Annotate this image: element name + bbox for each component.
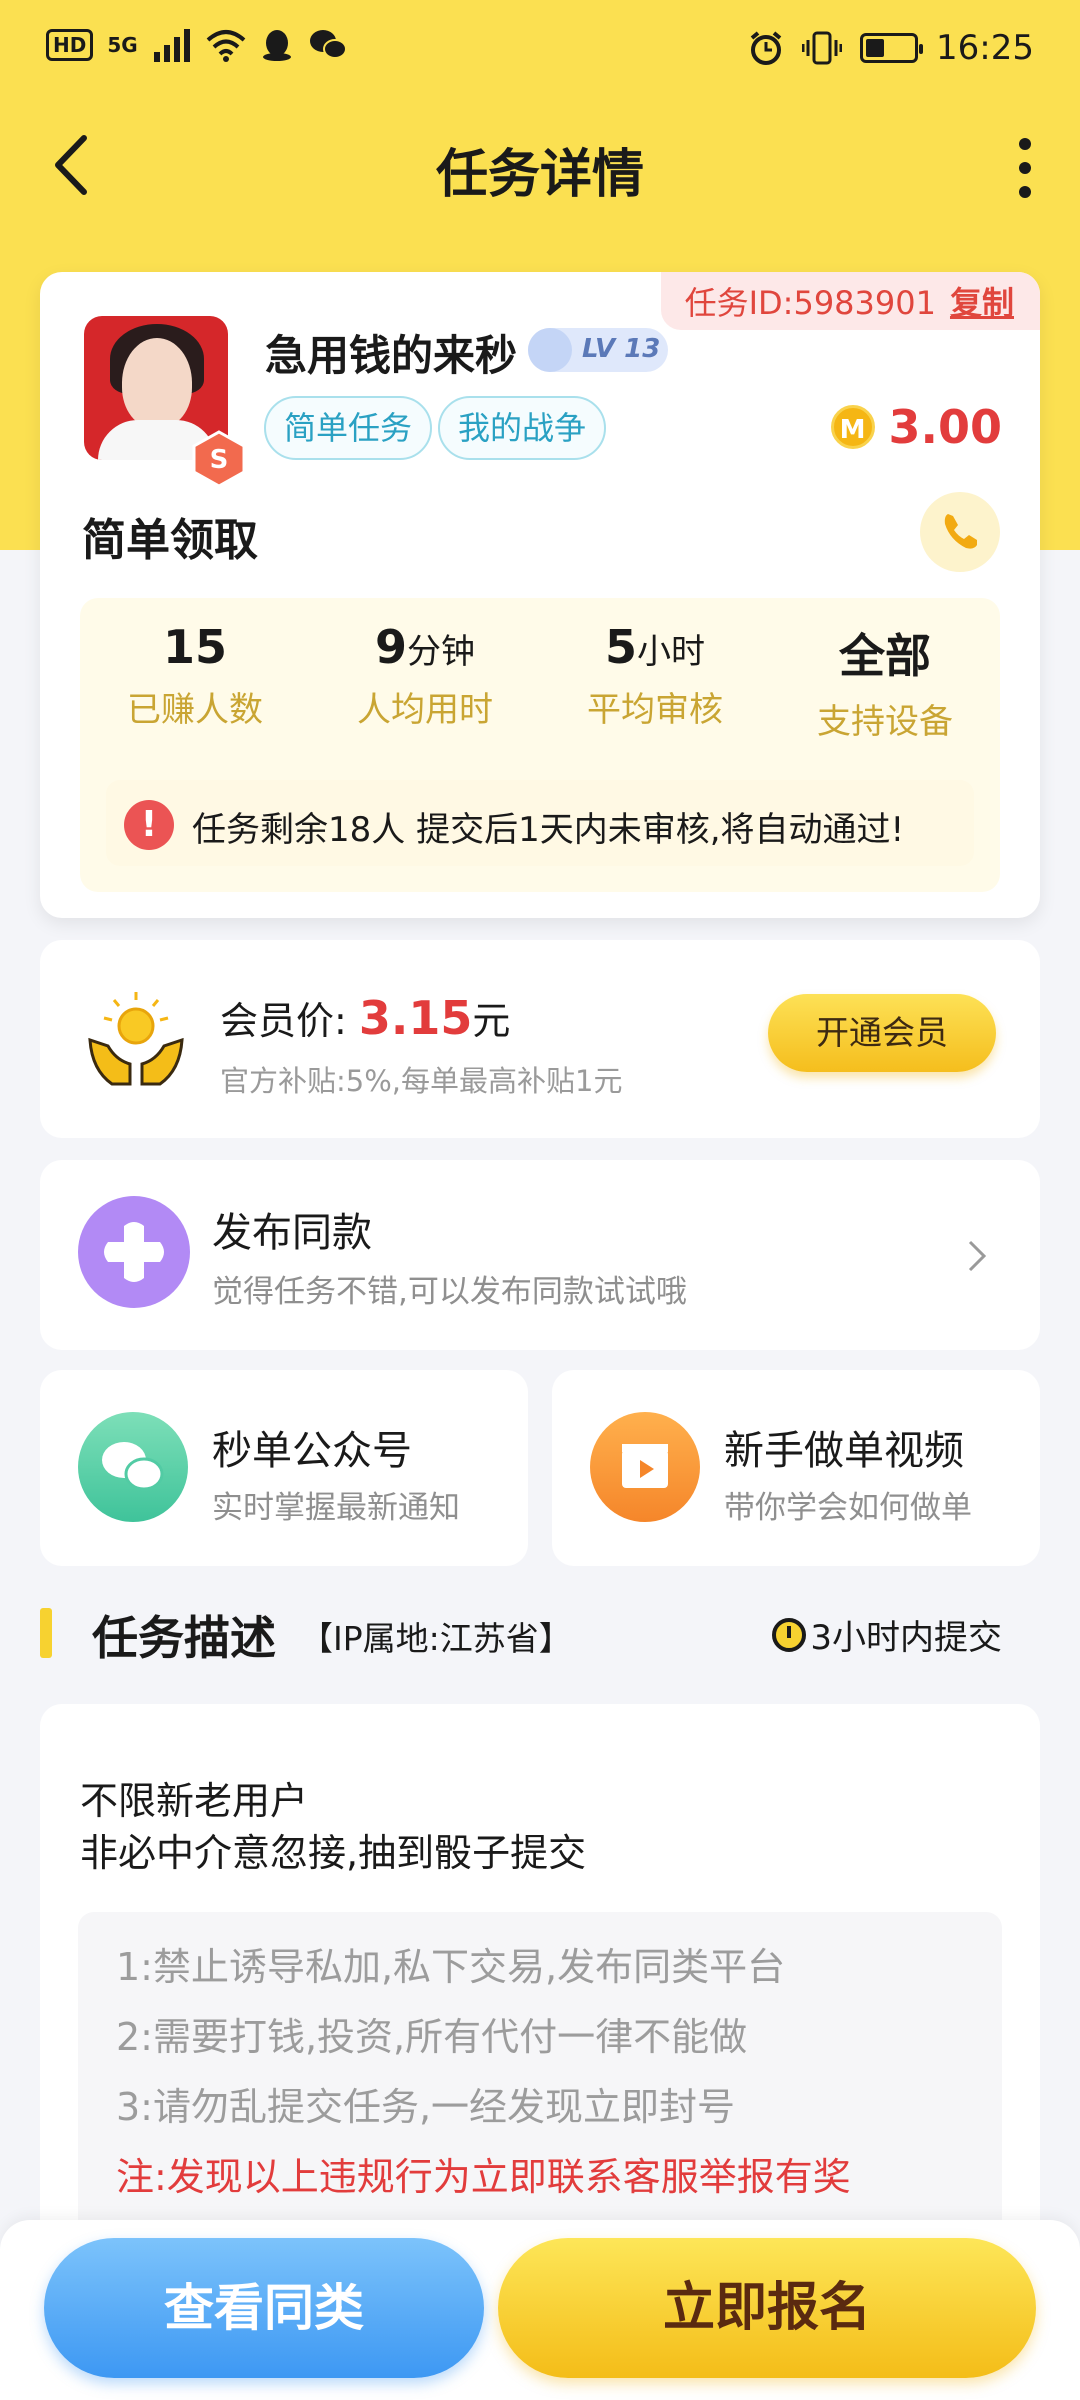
time-limit: 3小时内提交 [772, 1610, 1002, 1659]
member-price-card: 会员价: 3.15元 官方补贴:5%,每单最高补贴1元 开通会员 [40, 940, 1040, 1138]
rule-item: 2:需要打钱,投资,所有代付一律不能做 [116, 2015, 748, 2059]
network-label: 5G [107, 33, 138, 57]
ip-location: 【IP属地:江苏省】 [300, 1619, 572, 1658]
rule-warning: 注:发现以上违规行为立即联系客服举报有奖 [116, 2155, 851, 2199]
tutorial-video-card[interactable]: 新手做单视频 带你学会如何做单 [552, 1370, 1040, 1566]
tutorial-video-subtitle: 带你学会如何做单 [724, 1490, 972, 1526]
member-price-line: 会员价: 3.15元 [220, 990, 510, 1045]
plus-icon [78, 1196, 190, 1308]
status-bar: HD 5G 16:25 [0, 0, 1080, 100]
section-marker [40, 1608, 52, 1658]
tag-simple-task: 简单任务 [264, 396, 433, 460]
copy-button[interactable]: 复制 [950, 284, 1014, 322]
subsidy-text: 官方补贴:5%,每单最高补贴1元 [220, 1064, 623, 1098]
member-label: 会员价: [220, 999, 347, 1043]
stat-avg-time: 9分钟 人均用时 [357, 620, 493, 730]
member-price-value: 3.15 [358, 991, 473, 1045]
rule-item: 1:禁止诱导私加,私下交易,发布同类平台 [116, 1945, 786, 1989]
tutorial-video-title: 新手做单视频 [724, 1428, 964, 1474]
wifi-icon [206, 30, 246, 62]
stat-earned: 15 已赚人数 [127, 620, 263, 730]
clock-time: 16:25 [936, 28, 1034, 68]
warning-icon: ! [124, 800, 174, 850]
hands-coin-icon [88, 992, 184, 1086]
publish-title: 发布同款 [212, 1210, 372, 1256]
chevron-right-icon [968, 1240, 987, 1272]
official-account-title: 秒单公众号 [212, 1428, 412, 1474]
notice-text: 任务剩余18人 提交后1天内未审核,将自动通过! [192, 810, 905, 850]
stat-devices: 全部 支持设备 [817, 629, 953, 742]
official-account-subtitle: 实时掌握最新通知 [212, 1490, 460, 1526]
clock-icon [772, 1617, 807, 1652]
official-account-card[interactable]: 秒单公众号 实时掌握最新通知 [40, 1370, 528, 1566]
apply-now-button[interactable]: 立即报名 [498, 2238, 1036, 2378]
stat-avg-review: 5小时 平均审核 [587, 620, 723, 730]
member-price-unit: 元 [472, 999, 511, 1043]
vibrate-icon [802, 31, 843, 65]
publish-same-card[interactable]: 发布同款 觉得任务不错,可以发布同款试试哦 [40, 1160, 1040, 1350]
description-title: 任务描述 [92, 1611, 276, 1665]
level-badge: LV 13 [528, 328, 668, 372]
hd-indicator: HD [46, 29, 94, 61]
rules-box: 1:禁止诱导私加,私下交易,发布同类平台 2:需要打钱,投资,所有代付一律不能做… [78, 1912, 1002, 2272]
task-id-label: 任务ID:5983901 [684, 284, 936, 322]
rule-item: 3:请勿乱提交任务,一经发现立即封号 [116, 2085, 736, 2129]
task-card: 任务ID:5983901 复制 S 急用钱的来秒 LV 13 简单任务 我的战争 … [40, 272, 1040, 918]
task-title: 简单领取 [82, 515, 258, 566]
view-similar-button[interactable]: 查看同类 [44, 2238, 484, 2378]
video-clapper-icon [590, 1412, 700, 1522]
time-limit-label: 3小时内提交 [810, 1618, 1002, 1658]
stats-panel: 15 已赚人数 9分钟 人均用时 5小时 平均审核 全部 支持设备 ! 任务剩余… [80, 598, 1000, 892]
phone-icon [944, 514, 977, 549]
alarm-icon [750, 31, 782, 65]
reward-price: M 3.00 [830, 400, 1003, 454]
wechat-official-icon [78, 1412, 188, 1522]
coin-icon: M [830, 405, 875, 449]
description-line: 不限新老用户 [80, 1779, 309, 1823]
publish-subtitle: 觉得任务不错,可以发布同款试试哦 [212, 1274, 687, 1310]
phone-button[interactable] [920, 492, 1000, 572]
level-label: LV 13 [582, 334, 661, 364]
more-vertical-icon[interactable] [1010, 138, 1040, 198]
qq-icon [262, 30, 291, 61]
publisher-name: 急用钱的来秒 [265, 331, 518, 380]
notice-banner: ! 任务剩余18人 提交后1天内未审核,将自动通过! [106, 780, 974, 866]
open-membership-button[interactable]: 开通会员 [768, 994, 996, 1072]
description-line: 非必中介意忽接,抽到骰子提交 [80, 1831, 587, 1875]
tag-my-war: 我的战争 [438, 396, 607, 460]
wechat-icon [309, 30, 347, 59]
page-title: 任务详情 [435, 145, 644, 205]
bottom-action-bar: 查看同类 立即报名 [0, 2220, 1080, 2400]
signal-icon [153, 29, 190, 62]
reward-value: 3.00 [888, 400, 1003, 454]
task-id-badge: 任务ID:5983901 复制 [660, 272, 1040, 330]
svg-text:S: S [210, 445, 229, 475]
s-rank-badge-icon: S [192, 430, 246, 488]
medal-icon [528, 328, 572, 372]
battery-icon [860, 33, 924, 63]
